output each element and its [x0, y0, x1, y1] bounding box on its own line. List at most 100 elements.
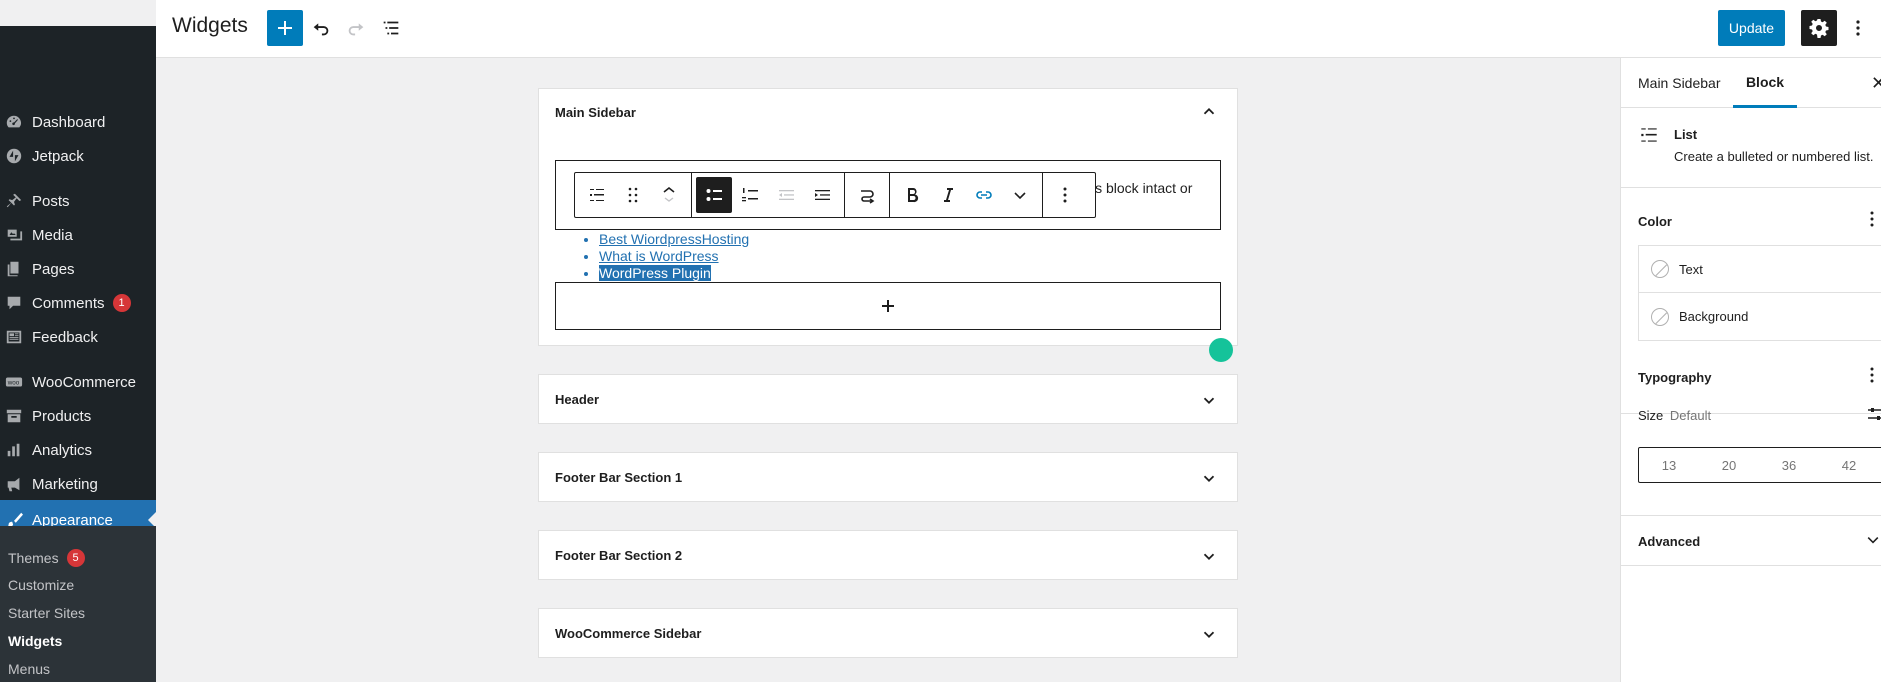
menu-item-label: Marketing	[32, 475, 98, 493]
color-item-label: Background	[1679, 309, 1749, 324]
menu-item-label: Products	[32, 407, 92, 425]
jetpack-icon	[4, 146, 24, 166]
typography-options-button[interactable]	[1870, 367, 1880, 387]
block-type-button[interactable]	[579, 177, 615, 213]
list-view-button[interactable]	[378, 15, 404, 41]
outdent-button[interactable]	[768, 177, 804, 213]
link-button[interactable]	[966, 177, 1002, 213]
appearance-submenu: Themes 5 Customize Starter Sites Widgets…	[0, 526, 156, 682]
bold-icon	[908, 187, 919, 203]
expand-button[interactable]	[1199, 390, 1219, 410]
tab-main-sidebar[interactable]: Main Sidebar	[1638, 58, 1721, 108]
chevron-down-icon	[1014, 192, 1026, 200]
color-item-label: Text	[1679, 261, 1703, 277]
font-size-option[interactable]: 42	[1819, 458, 1879, 473]
typography-panel: Typography Size Default	[1621, 356, 1881, 516]
size-label: Size	[1638, 408, 1664, 423]
widget-area-title[interactable]: Main Sidebar	[555, 105, 636, 120]
list-block[interactable]: Best WiordpressHosting What is WordPress…	[599, 231, 749, 282]
gear-icon	[1809, 19, 1829, 38]
settings-sidebar: Main Sidebar Block ✕ List Create a bulle…	[1620, 58, 1881, 682]
chevron-up-icon	[1203, 108, 1215, 115]
woocommerce-icon: woo	[4, 372, 24, 392]
widget-area-title: Footer Bar Section 2	[555, 548, 683, 563]
redo-icon	[348, 23, 364, 36]
menu-item-analytics[interactable]: Analytics	[0, 435, 156, 465]
ordered-list-button[interactable]	[732, 177, 768, 213]
more-formats-button[interactable]	[1002, 177, 1038, 213]
list-view-icon	[383, 21, 399, 35]
block-name: List	[1674, 127, 1698, 142]
menu-item-woocommerce[interactable]: woo WooCommerce	[0, 367, 156, 397]
widget-area-woocommerce-sidebar[interactable]: WooCommerce Sidebar	[538, 608, 1238, 658]
drag-handle[interactable]	[615, 177, 651, 213]
submenu-item-themes[interactable]: Themes 5	[8, 549, 85, 567]
panel-title[interactable]: Color	[1638, 214, 1672, 229]
advanced-panel[interactable]: Advanced	[1621, 516, 1881, 566]
expand-button[interactable]	[1199, 468, 1219, 488]
collapse-button[interactable]	[1199, 102, 1219, 122]
block-inserter-button[interactable]	[555, 282, 1221, 330]
unordered-list-button[interactable]	[696, 177, 732, 213]
close-sidebar-button[interactable]: ✕	[1871, 73, 1881, 93]
menu-item-dashboard[interactable]: Dashboard	[0, 107, 156, 137]
panel-title[interactable]: Typography	[1638, 370, 1711, 385]
font-size-option[interactable]: 13	[1639, 458, 1699, 473]
grammarly-icon[interactable]	[1209, 338, 1233, 362]
block-toolbar	[574, 172, 1096, 218]
selected-list-item-text[interactable]: WordPress Plugin	[599, 265, 711, 281]
submenu-item-widgets[interactable]: Widgets	[8, 633, 62, 649]
undo-button[interactable]	[308, 15, 334, 41]
media-icon	[4, 225, 24, 245]
list-icon	[1638, 124, 1660, 146]
add-block-button[interactable]	[267, 10, 303, 46]
sidebar-tabs: Main Sidebar Block ✕	[1621, 58, 1881, 108]
submenu-item-label: Customize	[8, 577, 75, 593]
menu-item-marketing[interactable]: Marketing	[0, 469, 156, 499]
redo-button[interactable]	[343, 15, 369, 41]
font-size-option[interactable]: 20	[1699, 458, 1759, 473]
submenu-item-starter-sites[interactable]: Starter Sites	[8, 605, 85, 621]
submenu-item-menus[interactable]: Menus	[8, 661, 50, 677]
expand-button[interactable]	[1199, 624, 1219, 644]
list-item[interactable]: Best WiordpressHosting	[599, 231, 749, 248]
submenu-item-customize[interactable]: Customize	[8, 577, 74, 593]
convert-button[interactable]	[849, 177, 885, 213]
menu-item-media[interactable]: Media	[0, 220, 156, 250]
move-up-down-button[interactable]	[651, 177, 687, 213]
custom-size-toggle[interactable]	[1866, 404, 1881, 424]
widget-area-footer-bar-2[interactable]: Footer Bar Section 2	[538, 530, 1238, 580]
font-size-option[interactable]: 36	[1759, 458, 1819, 473]
indent-button[interactable]	[804, 177, 840, 213]
color-options-button[interactable]	[1870, 211, 1880, 231]
toolbar-group-options	[1043, 173, 1087, 217]
menu-item-feedback[interactable]: Feedback	[0, 322, 156, 352]
menu-item-pages[interactable]: Pages	[0, 254, 156, 284]
menu-item-comments[interactable]: Comments 1	[0, 288, 156, 318]
menu-item-products[interactable]: Products	[0, 401, 156, 431]
widget-area-header[interactable]: Header	[538, 374, 1238, 424]
expand-button[interactable]	[1199, 546, 1219, 566]
block-options-button[interactable]	[1047, 177, 1083, 213]
color-text-item[interactable]: Text	[1639, 246, 1881, 293]
drag-handle-icon	[628, 187, 638, 203]
update-button[interactable]: Update	[1718, 10, 1785, 46]
menu-item-jetpack[interactable]: Jetpack	[0, 141, 156, 171]
options-button[interactable]	[1846, 14, 1870, 42]
chevron-down-icon	[1203, 475, 1215, 482]
widget-area-title: Header	[555, 392, 600, 407]
submenu-item-label: Menus	[8, 661, 51, 677]
widget-area-footer-bar-1[interactable]: Footer Bar Section 1	[538, 452, 1238, 502]
settings-button[interactable]	[1801, 10, 1837, 46]
ordered-list-icon	[742, 188, 758, 202]
tab-block[interactable]: Block	[1733, 58, 1797, 108]
menu-item-label: Jetpack	[32, 147, 84, 165]
menu-item-posts[interactable]: Posts	[0, 186, 156, 216]
convert-icon	[861, 190, 875, 204]
toolbar-group-format	[890, 173, 1043, 217]
undo-icon	[313, 23, 329, 36]
color-background-item[interactable]: Background	[1639, 293, 1881, 340]
bold-button[interactable]	[894, 177, 930, 213]
list-item[interactable]: What is WordPress	[599, 248, 749, 265]
italic-button[interactable]	[930, 177, 966, 213]
